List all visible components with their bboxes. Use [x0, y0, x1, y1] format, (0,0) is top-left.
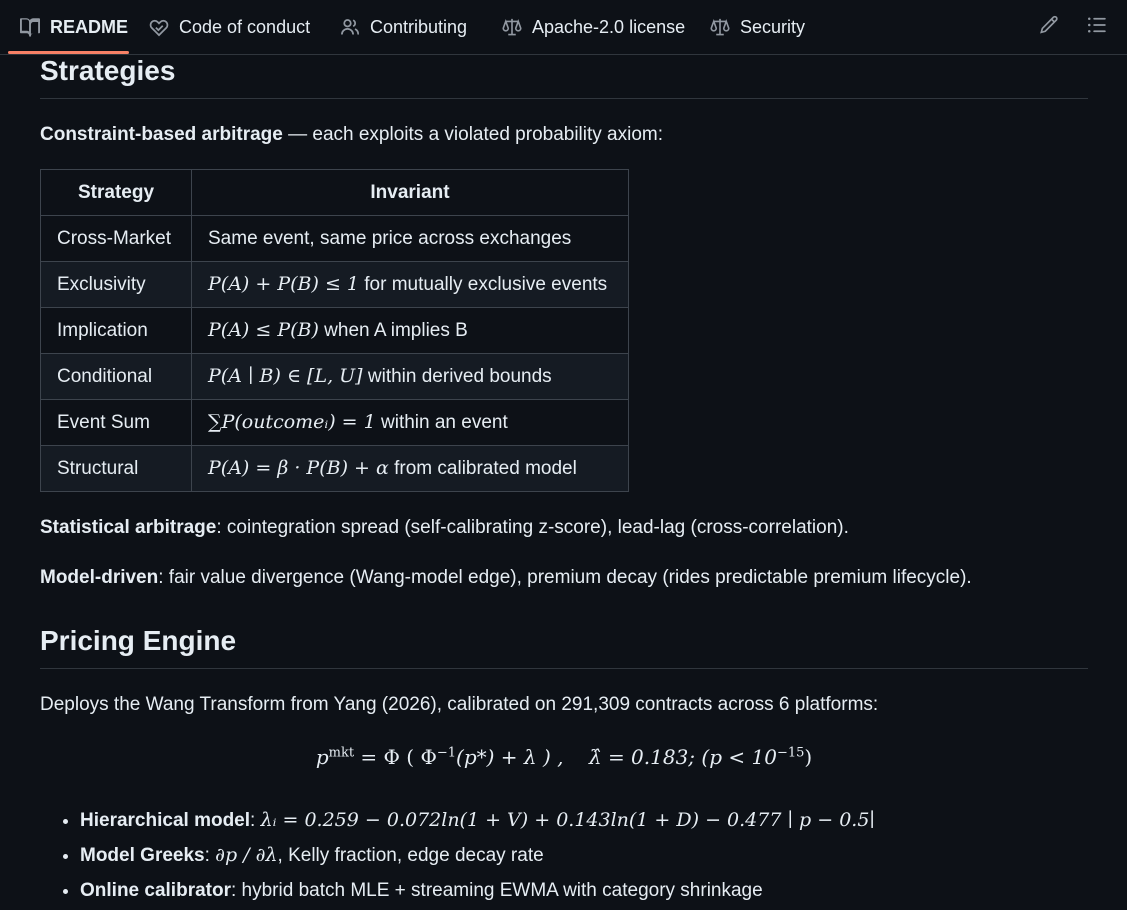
- formula-p: p: [315, 745, 329, 769]
- invariant-math: P(A) = β · P(B) + α: [208, 457, 389, 479]
- table-row: Exclusivity P(A) + P(B) ≤ 1 for mutually…: [40, 261, 629, 308]
- intro-text: — each exploits a violated probability a…: [282, 124, 664, 145]
- people-icon: [341, 19, 359, 35]
- list-item: Hierarchical model: λᵢ = 0.259 − 0.072ln…: [80, 807, 1080, 842]
- bullet-math: ∂p / ∂λ: [215, 844, 278, 866]
- strategy-cell: Event Sum: [40, 399, 192, 446]
- tab-contributing[interactable]: Contributing: [340, 0, 467, 54]
- model-text: : fair value divergence (Wang-model edge…: [158, 567, 972, 588]
- formula-mid: = Φ ( Φ: [354, 745, 437, 769]
- heart-hand-icon: [149, 19, 169, 37]
- formula-sup: mkt: [328, 745, 355, 761]
- strategy-cell: Implication: [40, 307, 192, 354]
- invariant-text: Same event, same price across exchanges: [208, 228, 572, 249]
- invariant-math: ∑P(outcomeᵢ) = 1: [208, 411, 376, 433]
- invariant-text: when A implies B: [318, 320, 468, 341]
- formula-right: (p*) + λ ) ,: [456, 745, 564, 769]
- formula-exp: −15: [776, 745, 805, 761]
- list-icon: [1088, 17, 1106, 33]
- bullet-sep: :: [230, 880, 242, 901]
- header-invariant: Invariant: [191, 169, 629, 216]
- invariant-text: within an event: [375, 412, 508, 433]
- tab-label: Code of conduct: [179, 16, 311, 37]
- statistical-arbitrage-paragraph: Statistical arbitrage: cointegration spr…: [40, 514, 1088, 542]
- table-row: Structural P(A) = β · P(B) + α from cali…: [40, 445, 629, 492]
- tab-code-of-conduct[interactable]: Code of conduct: [149, 0, 310, 54]
- table-row: Cross-Market Same event, same price acro…: [40, 215, 629, 262]
- table-row: Implication P(A) ≤ P(B) when A implies B: [40, 307, 629, 354]
- tab-label: Apache-2.0 license: [532, 16, 686, 37]
- invariant-math: P(A) ≤ P(B): [208, 319, 319, 341]
- header-strategy: Strategy: [40, 169, 192, 216]
- list-item: Online calibrator: hybrid batch MLE + st…: [80, 877, 1080, 910]
- strategy-cell: Structural: [40, 445, 192, 492]
- invariant-cell: Same event, same price across exchanges: [191, 215, 629, 262]
- formula-inv: −1: [436, 745, 457, 761]
- model-bold: Model-driven: [40, 567, 159, 588]
- tab-readme[interactable]: README: [20, 0, 128, 54]
- bullet-sep: :: [204, 845, 216, 866]
- stat-bold: Statistical arbitrage: [40, 517, 217, 538]
- invariant-cell: P(A) + P(B) ≤ 1 for mutually exclusive e…: [191, 261, 629, 308]
- outline-button[interactable]: [1084, 12, 1110, 38]
- bullet-bold: Online calibrator: [80, 880, 231, 901]
- invariant-text: for mutually exclusive events: [359, 274, 608, 295]
- bullet-bold: Model Greeks: [80, 845, 205, 866]
- strategy-table: Strategy Invariant Cross-Market Same eve…: [40, 169, 629, 492]
- scale-icon: [502, 18, 522, 36]
- invariant-cell: P(A ∣ B) ∈ [L, U] within derived bounds: [191, 353, 629, 400]
- stat-text: : cointegration spread (self-calibrating…: [216, 517, 849, 538]
- bullet-bold: Hierarchical model: [80, 810, 251, 831]
- tab-label: README: [50, 16, 129, 37]
- tab-label: Security: [740, 16, 806, 37]
- strategy-cell: Exclusivity: [40, 261, 192, 308]
- wang-transform-formula: pmkt = Φ ( Φ−1(p*) + λ ) , λ̂ = 0.183; (…: [40, 745, 1088, 785]
- list-item: Model Greeks: ∂p / ∂λ, Kelly fraction, e…: [80, 842, 1080, 877]
- tab-label: Contributing: [370, 16, 468, 37]
- pricing-bullet-list: Hierarchical model: λᵢ = 0.259 − 0.072ln…: [80, 807, 1080, 910]
- table-row: Event Sum ∑P(outcomeᵢ) = 1 within an eve…: [40, 399, 629, 446]
- table-header-row: Strategy Invariant: [40, 169, 629, 216]
- bullet-sep: :: [250, 810, 261, 831]
- invariant-text: within derived bounds: [362, 366, 552, 387]
- invariant-math: P(A ∣ B) ∈ [L, U]: [208, 365, 363, 387]
- bullet-text: hybrid batch MLE + streaming EWMA with c…: [241, 880, 763, 901]
- invariant-cell: ∑P(outcomeᵢ) = 1 within an event: [191, 399, 629, 446]
- intro-bold: Constraint-based arbitrage: [40, 124, 283, 145]
- strategy-cell: Cross-Market: [40, 215, 192, 262]
- model-driven-paragraph: Model-driven: fair value divergence (Wan…: [40, 564, 1088, 592]
- invariant-cell: P(A) = β · P(B) + α from calibrated mode…: [191, 445, 629, 492]
- readme-tab-bar: README Code of conduct Contributing Apac…: [0, 0, 1127, 55]
- heading-strategies: Strategies: [40, 55, 1088, 99]
- pencil-icon: [1040, 15, 1058, 34]
- scale-icon: [710, 18, 730, 36]
- book-icon: [20, 18, 40, 37]
- pricing-intro: Deploys the Wang Transform from Yang (20…: [40, 694, 879, 715]
- formula-lambda: λ̂ = 0.183; (p < 10: [588, 745, 777, 769]
- strategy-cell: Conditional: [40, 353, 192, 400]
- edit-file-button[interactable]: [1036, 12, 1062, 38]
- invariant-cell: P(A) ≤ P(B) when A implies B: [191, 307, 629, 354]
- tab-license[interactable]: Apache-2.0 license: [502, 0, 685, 54]
- constraint-intro: Constraint-based arbitrage — each exploi…: [40, 121, 1088, 149]
- invariant-text: from calibrated model: [388, 458, 577, 479]
- bullet-text: , Kelly fraction, edge decay rate: [277, 845, 544, 866]
- tab-security[interactable]: Security: [710, 0, 805, 54]
- table-row: Conditional P(A ∣ B) ∈ [L, U] within der…: [40, 353, 629, 400]
- bullet-math: λᵢ = 0.259 − 0.072ln(1 + V) + 0.143ln(1 …: [260, 809, 875, 831]
- invariant-math: P(A) + P(B) ≤ 1: [208, 273, 359, 295]
- formula-close: ): [804, 745, 813, 769]
- heading-pricing-engine: Pricing Engine: [40, 623, 1088, 669]
- active-tab-indicator: [8, 51, 129, 54]
